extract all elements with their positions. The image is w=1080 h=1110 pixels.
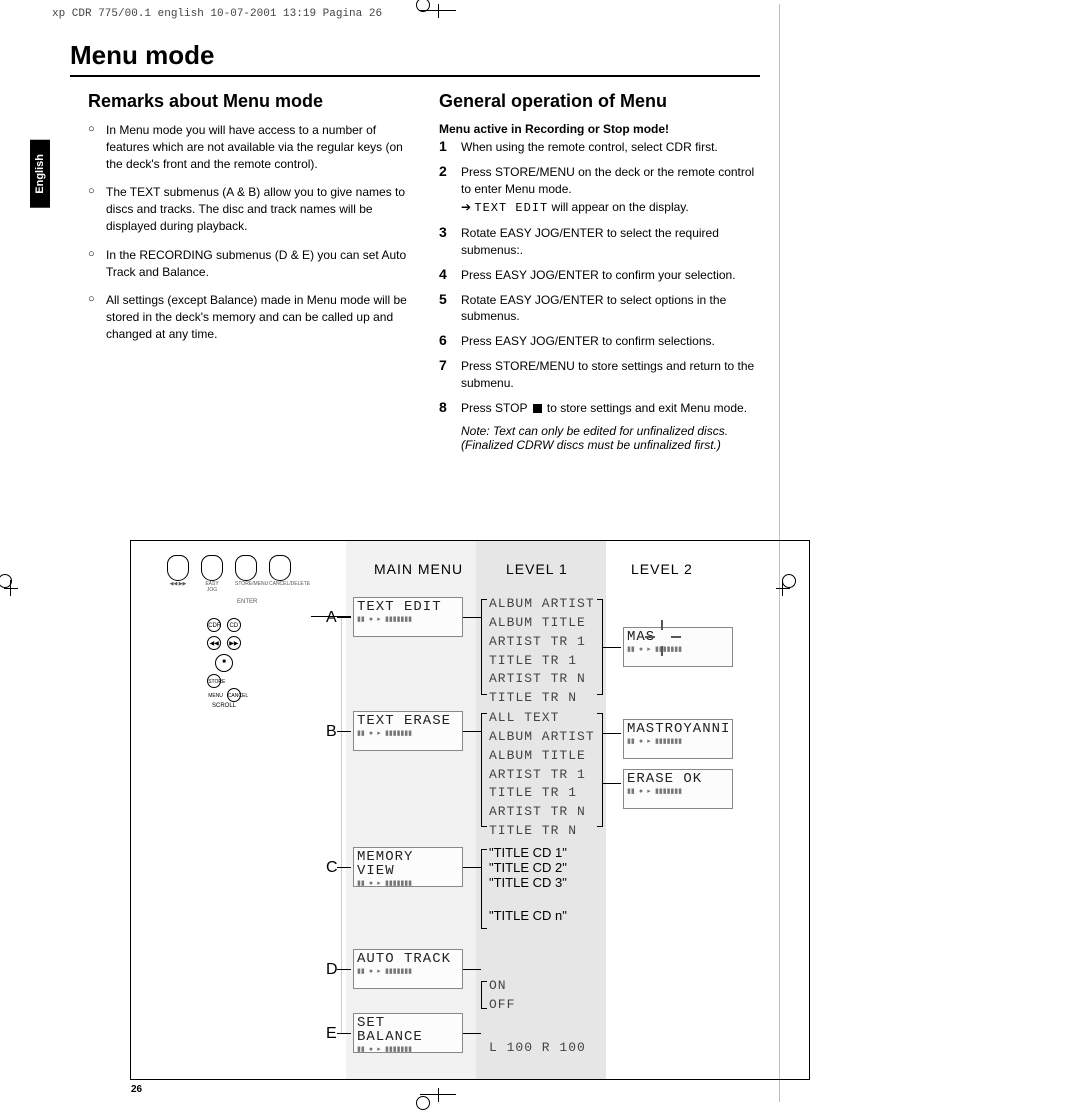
- arrow-icon: ➔: [461, 200, 471, 214]
- mainmenu-B: TEXT ERASE▮▮ ● ▸ ▮▮▮▮▮▮▮: [353, 711, 463, 751]
- step-5: Rotate EASY JOG/ENTER to select options …: [461, 293, 726, 324]
- levelD-list: ON OFF: [489, 977, 515, 1015]
- remarks-heading: Remarks about Menu mode: [88, 91, 409, 112]
- levelA-list: ALBUM ARTIST ALBUM TITLE ARTIST TR 1 TIT…: [489, 595, 595, 708]
- page-title: Menu mode: [70, 40, 760, 77]
- page-number: 26: [131, 1084, 142, 1095]
- stop-icon: [533, 404, 542, 413]
- step-8: Press STOP to store settings and exit Me…: [461, 401, 747, 415]
- display-text: TEXT EDIT: [474, 201, 548, 215]
- label-A: A: [326, 609, 337, 627]
- general-column: General operation of Menu Menu active in…: [439, 91, 760, 452]
- crop-header: xp CDR 775/00.1 english 10-07-2001 13:19…: [52, 8, 382, 20]
- lvl2-B2: ERASE OK▮▮ ● ▸ ▮▮▮▮▮▮▮: [623, 769, 733, 809]
- label-B: B: [326, 723, 337, 741]
- mainmenu-D: AUTO TRACK▮▮ ● ▸ ▮▮▮▮▮▮▮: [353, 949, 463, 989]
- label-E: E: [326, 1025, 337, 1043]
- note-text: Note: Text can only be edited for unfina…: [439, 424, 760, 452]
- label-D: D: [326, 961, 338, 979]
- lvl2-B1: MASTROYANNI▮▮ ● ▸ ▮▮▮▮▮▮▮: [623, 719, 733, 759]
- step-4: Press EASY JOG/ENTER to confirm your sel…: [461, 268, 736, 282]
- page-content: English Menu mode Remarks about Menu mod…: [60, 40, 760, 452]
- menu-diagram: MAIN MENU LEVEL 1 LEVEL 2 ◀◀ ▶▶ EASY JOG…: [130, 540, 810, 1080]
- mainmenu-C: MEMORY VIEW▮▮ ● ▸ ▮▮▮▮▮▮▮: [353, 847, 463, 887]
- diagram-head-main: MAIN MENU: [374, 561, 463, 577]
- levelB-list: ALL TEXT ALBUM ARTIST ALBUM TITLE ARTIST…: [489, 709, 595, 841]
- remarks-item: All settings (except Balance) made in Me…: [88, 292, 409, 342]
- step-3: Rotate EASY JOG/ENTER to select the requ…: [461, 226, 719, 257]
- remarks-column: Remarks about Menu mode In Menu mode you…: [88, 91, 409, 452]
- mainmenu-A: TEXT EDIT▮▮ ● ▸ ▮▮▮▮▮▮▮: [353, 597, 463, 637]
- lvl2-A: MAS▮▮ ● ▸ ▮▮▮▮▮▮▮: [623, 627, 733, 667]
- step-7: Press STORE/MENU to store settings and r…: [461, 359, 754, 390]
- diagram-head-l2: LEVEL 2: [631, 561, 693, 577]
- remarks-item: In Menu mode you will have access to a n…: [88, 122, 409, 172]
- control-panel-sketch: ◀◀ ▶▶ EASY JOG STORE/MENU CANCEL/DELETE …: [137, 551, 307, 691]
- remarks-item: The TEXT submenus (A & B) allow you to g…: [88, 184, 409, 234]
- step-6: Press EASY JOG/ENTER to confirm selectio…: [461, 334, 715, 348]
- step-2: Press STORE/MENU on the deck or the remo…: [461, 165, 754, 196]
- mainmenu-E: SET BALANCE▮▮ ● ▸ ▮▮▮▮▮▮▮: [353, 1013, 463, 1053]
- step-2-suffix: will appear on the display.: [548, 200, 689, 214]
- label-C: C: [326, 859, 338, 877]
- language-tab: English: [30, 140, 50, 208]
- warning-line: Menu active in Recording or Stop mode!: [439, 122, 760, 136]
- blink-icon: [648, 623, 678, 653]
- diagram-head-l1: LEVEL 1: [506, 561, 568, 577]
- levelE-list: L 100 R 100: [489, 1039, 586, 1058]
- step-1: When using the remote control, select CD…: [461, 140, 718, 154]
- remarks-item: In the RECORDING submenus (D & E) you ca…: [88, 247, 409, 281]
- levelC-list: "TITLE CD 1" "TITLE CD 2" "TITLE CD 3" "…: [489, 845, 567, 923]
- general-heading: General operation of Menu: [439, 91, 760, 112]
